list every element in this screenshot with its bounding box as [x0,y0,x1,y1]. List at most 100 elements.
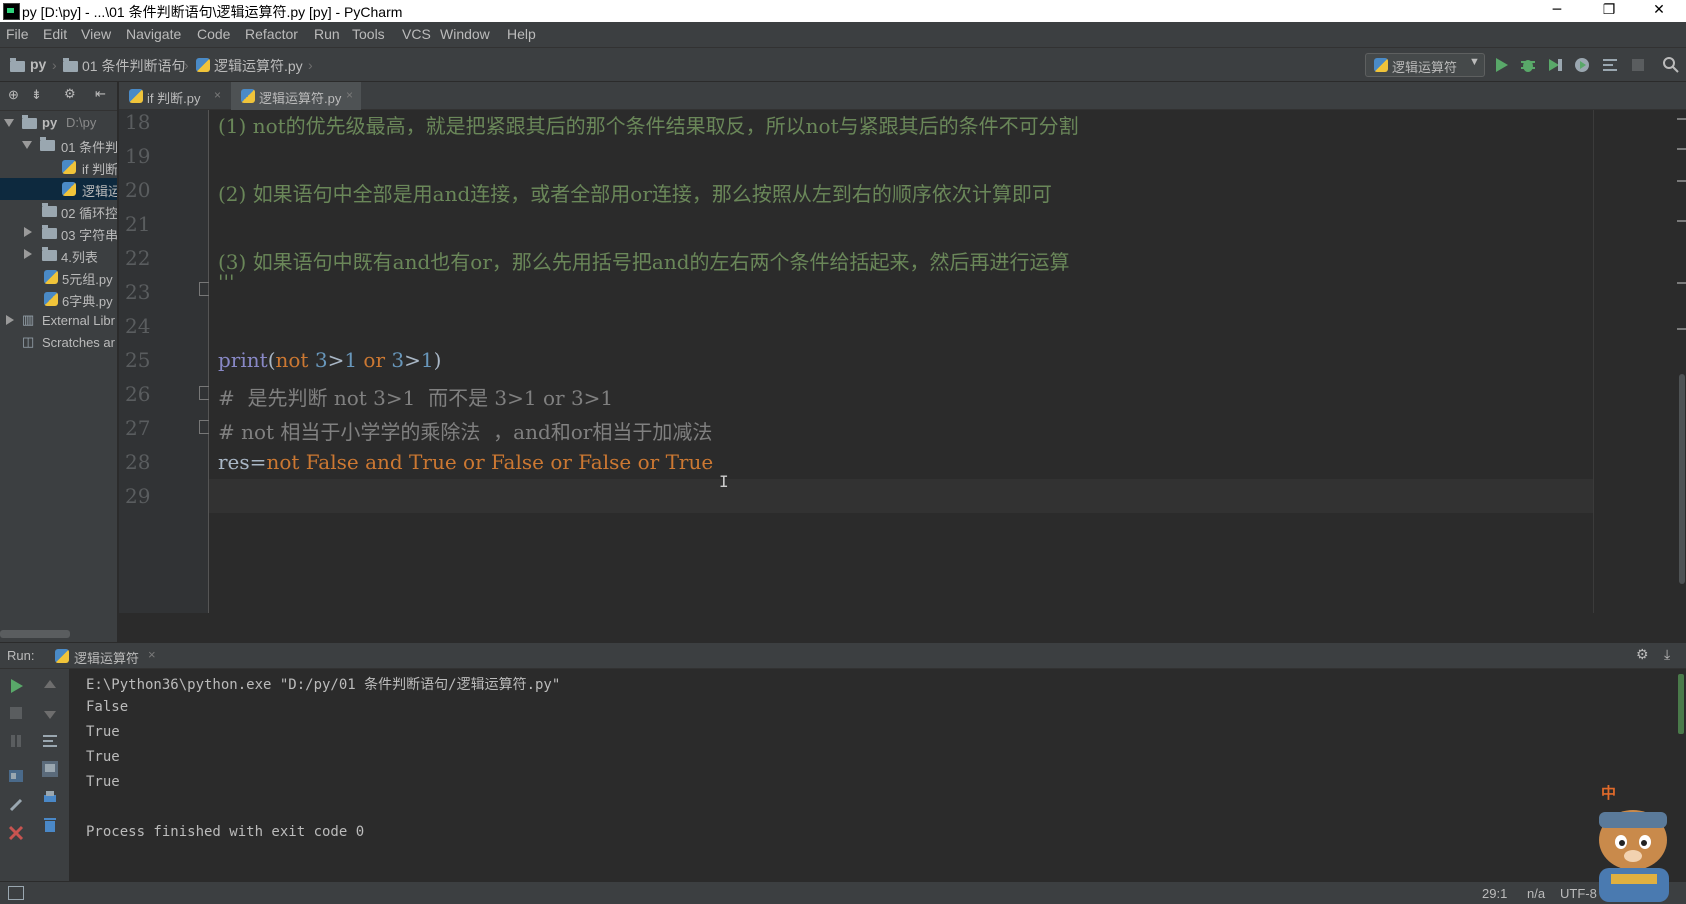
navigation-bar: py › 01 条件判断语句 › 逻辑运算符.py › 逻辑运算符 ▼ [0,48,1686,82]
hide-panel-icon[interactable]: ⤓ [1664,646,1670,663]
mascot-image [1599,810,1669,902]
trash-icon[interactable] [41,816,59,834]
soft-wrap-icon[interactable] [41,732,59,750]
stripe-marker[interactable] [1677,220,1686,222]
rerun-icon[interactable] [7,677,25,695]
arrow-up-icon[interactable] [41,677,59,695]
stripe-marker[interactable] [1677,148,1686,150]
tree-item-if-file[interactable]: if 判断 [0,156,118,178]
run-with-coverage-icon[interactable] [1546,56,1564,74]
close-tab-icon[interactable]: × [346,88,353,102]
tree-label: 4.列表 [61,250,98,265]
minimize-button[interactable]: ─ [1534,0,1580,22]
menu-navigate[interactable]: Navigate [126,26,181,42]
run-tab-label[interactable]: 逻辑运算符 [74,648,139,667]
tree-item-folder-04[interactable]: 4.列表 [0,244,117,266]
folder-icon [10,58,25,72]
breadcrumb-folder[interactable]: 01 条件判断语句 [82,56,185,76]
folder-icon [42,225,57,239]
close-window-button[interactable]: ✕ [1636,0,1682,22]
menu-edit[interactable]: Edit [43,26,67,42]
pause-icon[interactable] [7,732,25,750]
run-configuration-selector[interactable]: 逻辑运算符 ▼ [1365,53,1485,77]
folder-icon [40,137,55,151]
menu-view[interactable]: View [81,26,111,42]
tree-label: if 判断 [82,162,118,177]
breadcrumb-project[interactable]: py [30,56,46,72]
chevron-right-icon [24,227,32,237]
menu-code[interactable]: Code [197,26,230,42]
menu-help[interactable]: Help [507,26,536,42]
menu-refactor[interactable]: Refactor [245,26,298,42]
tree-item-folder-03[interactable]: 03 字符串 [0,222,117,244]
python-file-icon [55,649,69,663]
python-file-icon [44,292,58,306]
restore-layout-icon[interactable] [7,767,25,785]
python-file-icon [129,89,143,103]
tree-item-tuple-file[interactable]: 5元组.py [0,266,117,288]
stripe-marker[interactable] [1677,180,1686,182]
close-icon[interactable] [7,824,25,842]
line-separator[interactable]: n/a [1527,886,1545,901]
close-tab-icon[interactable]: × [214,88,221,102]
python-file-icon [196,58,210,72]
tree-item-scratches[interactable]: ◫ Scratches ar [0,332,117,354]
arrow-down-icon[interactable] [41,704,59,722]
code-line: (2) 如果语句中全部是用and连接，或者全部用or连接，那么按照从左到右的顺序… [218,182,1052,206]
gear-icon[interactable]: ⚙ [64,86,76,102]
stripe-marker[interactable] [1677,282,1686,284]
folder-icon [63,58,78,72]
scroll-to-end-icon[interactable] [41,760,59,778]
profile-icon[interactable] [1573,56,1591,74]
tree-item-logic-file[interactable]: 逻辑运 [0,178,117,200]
caret-position[interactable]: 29:1 [1482,886,1507,901]
tree-item-folder-01[interactable]: 01 条件判 [0,134,117,156]
folder-icon [42,203,57,217]
collapse-all-icon[interactable]: ⇟ [31,87,42,103]
restore-button[interactable]: ❐ [1586,0,1632,22]
vertical-scrollbar[interactable] [1679,374,1685,584]
debug-icon[interactable] [1519,56,1537,74]
menu-run[interactable]: Run [314,26,340,42]
menu-tools[interactable]: Tools [352,26,385,42]
run-icon[interactable] [1492,56,1510,74]
menu-file[interactable]: File [6,26,29,42]
stop-icon[interactable] [7,704,25,722]
search-icon[interactable] [1662,56,1680,74]
breadcrumb-file[interactable]: 逻辑运算符.py [214,56,303,76]
close-run-tab-icon[interactable]: × [148,647,156,662]
chevron-down-icon [22,141,32,149]
breadcrumb-separator-icon: › [52,57,57,73]
folder-icon [22,115,37,129]
stripe-marker[interactable] [1677,328,1686,330]
editor-tab-bar: if 判断.py × 逻辑运算符.py × [119,82,1686,113]
locate-icon[interactable]: ⊕ [8,87,19,103]
run-console[interactable]: E:\Python36\python.exe "D:/py/01 条件判断语句/… [70,669,1686,881]
print-icon[interactable] [41,789,59,807]
pin-icon[interactable] [7,796,25,814]
hide-panel-icon[interactable]: ⇤ [95,86,106,102]
tab-if-file[interactable]: if 判断.py × [119,82,229,110]
tree-item-dict-file[interactable]: 6字典.py [0,288,117,310]
tool-windows-icon[interactable] [8,886,24,900]
line-number: 29 [125,484,151,508]
line-number: 21 [125,212,151,236]
code-editor[interactable]: (1) not的优先级最高，就是把紧跟其后的那个条件结果取反，所以not与紧跟其… [209,110,1686,613]
console-scrollbar[interactable] [1678,674,1684,734]
stripe-marker[interactable] [1677,118,1686,120]
horizontal-scrollbar[interactable] [0,630,70,638]
concurrency-icon[interactable] [1601,56,1619,74]
tree-item-py[interactable]: py D:\py [0,112,117,134]
chevron-down-icon [4,119,14,127]
tree-item-external-libraries[interactable]: ▥ External Libr [0,310,117,332]
stop-icon[interactable] [1629,56,1647,74]
tree-label: 6字典.py [62,294,113,309]
run-label: Run: [7,648,35,663]
menu-window[interactable]: Window [440,26,490,42]
run-toolbar [0,669,70,881]
menu-vcs[interactable]: VCS [402,26,431,42]
tree-item-folder-02[interactable]: 02 循环控 [0,200,117,222]
gear-icon[interactable]: ⚙ [1636,646,1649,663]
tab-logic-file[interactable]: 逻辑运算符.py × [231,82,361,113]
tree-path: D:\py [66,115,97,130]
